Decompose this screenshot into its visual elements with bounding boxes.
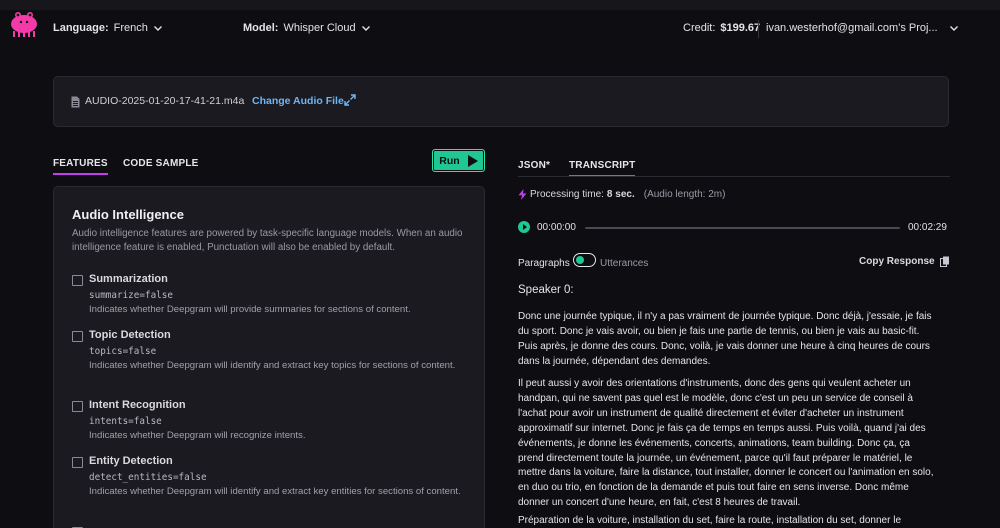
processing-label: Processing time:: [530, 189, 604, 200]
feature-code: detect_entities=false: [89, 472, 207, 483]
copy-response-label: Copy Response: [859, 256, 935, 267]
feature-code: intents=false: [89, 416, 162, 427]
processing-info: Processing time: 8 sec. (Audio length: 2…: [518, 189, 725, 200]
panel-description: Audio intelligence features are powered …: [72, 228, 463, 253]
topic-detection-checkbox[interactable]: [72, 331, 83, 342]
tab-code-sample[interactable]: CODE SAMPLE: [123, 158, 199, 169]
audio-file-bar: AUDIO-2025-01-20-17-41-21.m4a Change Aud…: [53, 76, 949, 127]
panel-title: Audio Intelligence: [72, 207, 184, 222]
language-label: Language:: [53, 22, 109, 34]
copy-icon: [939, 256, 949, 267]
file-icon: [71, 96, 80, 108]
language-select[interactable]: Language: French: [53, 22, 163, 34]
audio-length: (Audio length: 2m): [643, 189, 726, 200]
account-select[interactable]: ivan.westerhof@gmail.com's Proj...: [766, 22, 959, 34]
run-button[interactable]: Run: [432, 149, 485, 172]
audio-file-name: AUDIO-2025-01-20-17-41-21.m4a: [85, 95, 245, 107]
change-audio-file-link[interactable]: Change Audio File: [252, 95, 344, 107]
processing-value: 8 sec.: [606, 189, 635, 200]
transcript-paragraph: Préparation de la voiture, installation …: [518, 515, 902, 526]
summarization-checkbox[interactable]: [72, 275, 83, 286]
total-time: 00:02:29: [908, 222, 947, 233]
model-select[interactable]: Model: Whisper Cloud: [243, 22, 371, 34]
model-value: Whisper Cloud: [283, 22, 356, 34]
lightning-icon: [518, 189, 527, 200]
play-icon: [467, 154, 478, 167]
feature-code: summarize=false: [89, 290, 173, 301]
feature-code: topics=false: [89, 346, 157, 357]
credit-value: $199.67: [720, 22, 761, 34]
tab-divider: [518, 176, 950, 177]
credit-display: Credit: $199.67: [683, 22, 760, 34]
utterances-label: Utterances: [600, 258, 649, 269]
feature-description: Indicates whether Deepgram will identify…: [89, 486, 461, 497]
deepgram-logo-icon[interactable]: [4, 2, 44, 42]
feature-name: Entity Detection: [89, 455, 173, 467]
header-divider: [758, 20, 759, 38]
current-time: 00:00:00: [537, 222, 576, 233]
feature-name: Summarization: [89, 273, 168, 285]
audio-player: 00:00:00 00:02:29: [518, 221, 950, 235]
credit-label: Credit:: [683, 22, 716, 34]
feature-name: Intent Recognition: [89, 399, 186, 411]
paragraphs-label: Paragraphs: [518, 258, 570, 269]
paragraphs-utterances-toggle[interactable]: [573, 253, 596, 267]
tab-features[interactable]: FEATURES: [53, 158, 108, 175]
transcript-paragraph: Donc une journée typique, il n'y a pas v…: [518, 311, 932, 367]
feature-name: Topic Detection: [89, 329, 171, 341]
top-strip: [0, 0, 1000, 10]
play-icon[interactable]: [518, 221, 530, 233]
app-header: Language: French Model: Whisper Cloud Cr…: [0, 10, 1000, 50]
language-value: French: [113, 22, 148, 34]
intent-recognition-checkbox[interactable]: [72, 401, 83, 412]
feature-description: Indicates whether Deepgram will provide …: [89, 304, 411, 315]
run-label: Run: [439, 154, 460, 167]
chevron-down-icon: [153, 26, 162, 31]
model-label: Model:: [243, 22, 279, 34]
copy-response-button[interactable]: Copy Response: [859, 256, 950, 267]
account-name: ivan.westerhof@gmail.com's Proj...: [766, 22, 938, 34]
audio-intelligence-panel: Audio Intelligence Audio intelligence fe…: [53, 186, 485, 528]
transcript-paragraph: Il peut aussi y avoir des orientations d…: [518, 378, 934, 509]
audio-progress-track[interactable]: [585, 227, 900, 229]
tab-transcript[interactable]: TRANSCRIPT: [569, 160, 636, 177]
chevron-down-icon: [949, 26, 958, 31]
speaker-label: Speaker 0:: [518, 284, 574, 296]
feature-description: Indicates whether Deepgram will identify…: [89, 360, 456, 371]
entity-detection-checkbox[interactable]: [72, 457, 83, 468]
feature-description: Indicates whether Deepgram will recogniz…: [89, 430, 306, 441]
expand-icon[interactable]: [344, 94, 356, 106]
tab-json[interactable]: JSON*: [518, 160, 550, 171]
chevron-down-icon: [361, 26, 370, 31]
